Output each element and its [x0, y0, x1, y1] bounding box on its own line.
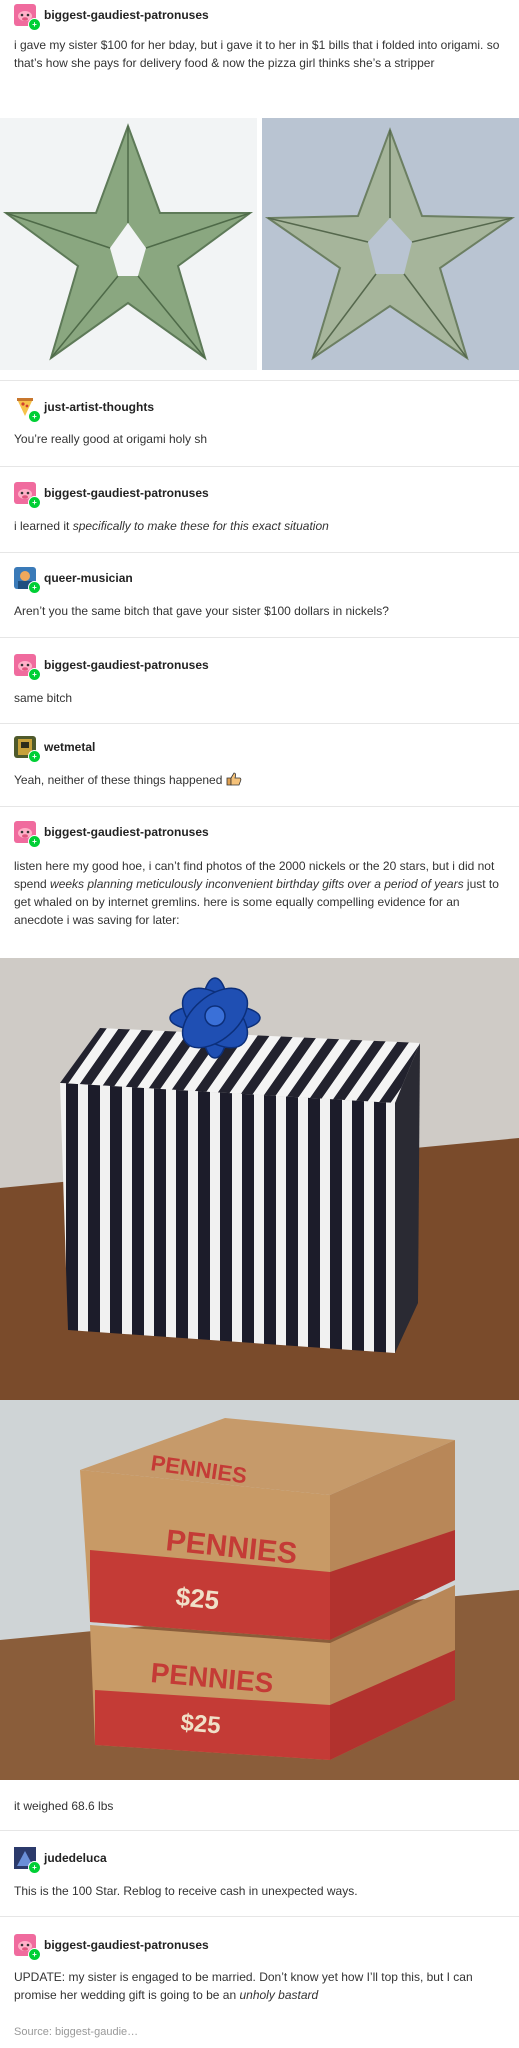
- post-text: UPDATE: my sister is engaged to be marri…: [14, 1968, 504, 2004]
- origami-star-photo-right: [262, 118, 519, 370]
- post-text: You’re really good at origami holy sh: [14, 432, 208, 446]
- plus-badge-icon[interactable]: +: [28, 18, 41, 31]
- origami-star-photo-left: [0, 118, 257, 370]
- post-text: Aren’t you the same bitch that gave your…: [14, 604, 389, 618]
- plus-badge-icon[interactable]: +: [28, 668, 41, 681]
- plus-badge-icon[interactable]: +: [28, 1948, 41, 1961]
- plus-badge-icon[interactable]: +: [28, 496, 41, 509]
- divider: [0, 723, 519, 724]
- post-text: i learned it specifically to make these …: [14, 517, 504, 535]
- avatar[interactable]: +: [14, 4, 41, 31]
- post-text: Yeah, neither of these things happened: [14, 771, 504, 789]
- username[interactable]: biggest-gaudiest-patronuses: [44, 658, 209, 672]
- origami-star-image: [2, 123, 254, 361]
- post-header: + judedeluca: [14, 1847, 107, 1874]
- text-italic: weeks planning meticulously inconvenient…: [50, 877, 464, 891]
- plus-badge-icon[interactable]: +: [28, 750, 41, 763]
- username[interactable]: wetmetal: [44, 740, 95, 754]
- text-italic: specifically to make these for this exac…: [72, 519, 329, 533]
- username[interactable]: biggest-gaudiest-patronuses: [44, 825, 209, 839]
- avatar[interactable]: +: [14, 736, 41, 763]
- username[interactable]: biggest-gaudiest-patronuses: [44, 486, 209, 500]
- post-text: i gave my sister $100 for her bday, but …: [14, 38, 500, 70]
- origami-star-image: [264, 127, 516, 361]
- avatar[interactable]: +: [14, 821, 41, 848]
- username[interactable]: judedeluca: [44, 1851, 107, 1865]
- avatar[interactable]: +: [14, 654, 41, 681]
- plus-badge-icon[interactable]: +: [28, 835, 41, 848]
- divider: [0, 806, 519, 807]
- plus-badge-icon[interactable]: +: [28, 581, 41, 594]
- post-header: + biggest-gaudiest-patronuses: [14, 482, 209, 509]
- post-text: same bitch: [14, 691, 73, 705]
- pennies-box-photo: PENNIES $25 PENNIES $25 PENNIES: [0, 1400, 519, 1780]
- plus-badge-icon[interactable]: +: [28, 410, 41, 423]
- username[interactable]: biggest-gaudiest-patronuses: [44, 8, 209, 22]
- plus-badge-icon[interactable]: +: [28, 1861, 41, 1874]
- post-header: + biggest-gaudiest-patronuses: [14, 821, 209, 848]
- post-header: + biggest-gaudiest-patronuses: [14, 4, 209, 31]
- post-header: + wetmetal: [14, 736, 95, 763]
- text-plain: i learned it: [14, 519, 73, 533]
- post-text: listen here my good hoe, i can’t find ph…: [14, 857, 504, 929]
- box-value: $25: [179, 1709, 221, 1739]
- box-value: $25: [174, 1581, 220, 1615]
- divider: [0, 466, 519, 467]
- post-header: + just-artist-thoughts: [14, 396, 154, 423]
- post-header: + biggest-gaudiest-patronuses: [14, 654, 209, 681]
- text-italic: unholy bastard: [239, 1988, 319, 2002]
- username[interactable]: just-artist-thoughts: [44, 400, 154, 414]
- username[interactable]: biggest-gaudiest-patronuses: [44, 1938, 209, 1952]
- thumbs-up-icon: [226, 772, 242, 786]
- gift-box-image: [0, 958, 519, 1400]
- avatar[interactable]: +: [14, 482, 41, 509]
- pennies-box-image: PENNIES $25 PENNIES $25 PENNIES: [0, 1400, 519, 1780]
- divider: [0, 637, 519, 638]
- text-plain: Yeah, neither of these things happened: [14, 773, 223, 787]
- post-header: + queer-musician: [14, 567, 133, 594]
- gift-box-photo: [0, 958, 519, 1400]
- image-caption: it weighed 68.6 lbs: [14, 1799, 114, 1813]
- divider: [0, 552, 519, 553]
- divider: [0, 1830, 519, 1831]
- divider: [0, 1916, 519, 1917]
- divider: [0, 380, 519, 381]
- post-text: This is the 100 Star. Reblog to receive …: [14, 1884, 358, 1898]
- avatar[interactable]: +: [14, 1847, 41, 1874]
- source-link[interactable]: Source: biggest-gaudie…: [14, 2026, 138, 2038]
- avatar[interactable]: +: [14, 567, 41, 594]
- post-header: + biggest-gaudiest-patronuses: [14, 1934, 209, 1961]
- avatar[interactable]: +: [14, 396, 41, 423]
- username[interactable]: queer-musician: [44, 571, 133, 585]
- avatar[interactable]: +: [14, 1934, 41, 1961]
